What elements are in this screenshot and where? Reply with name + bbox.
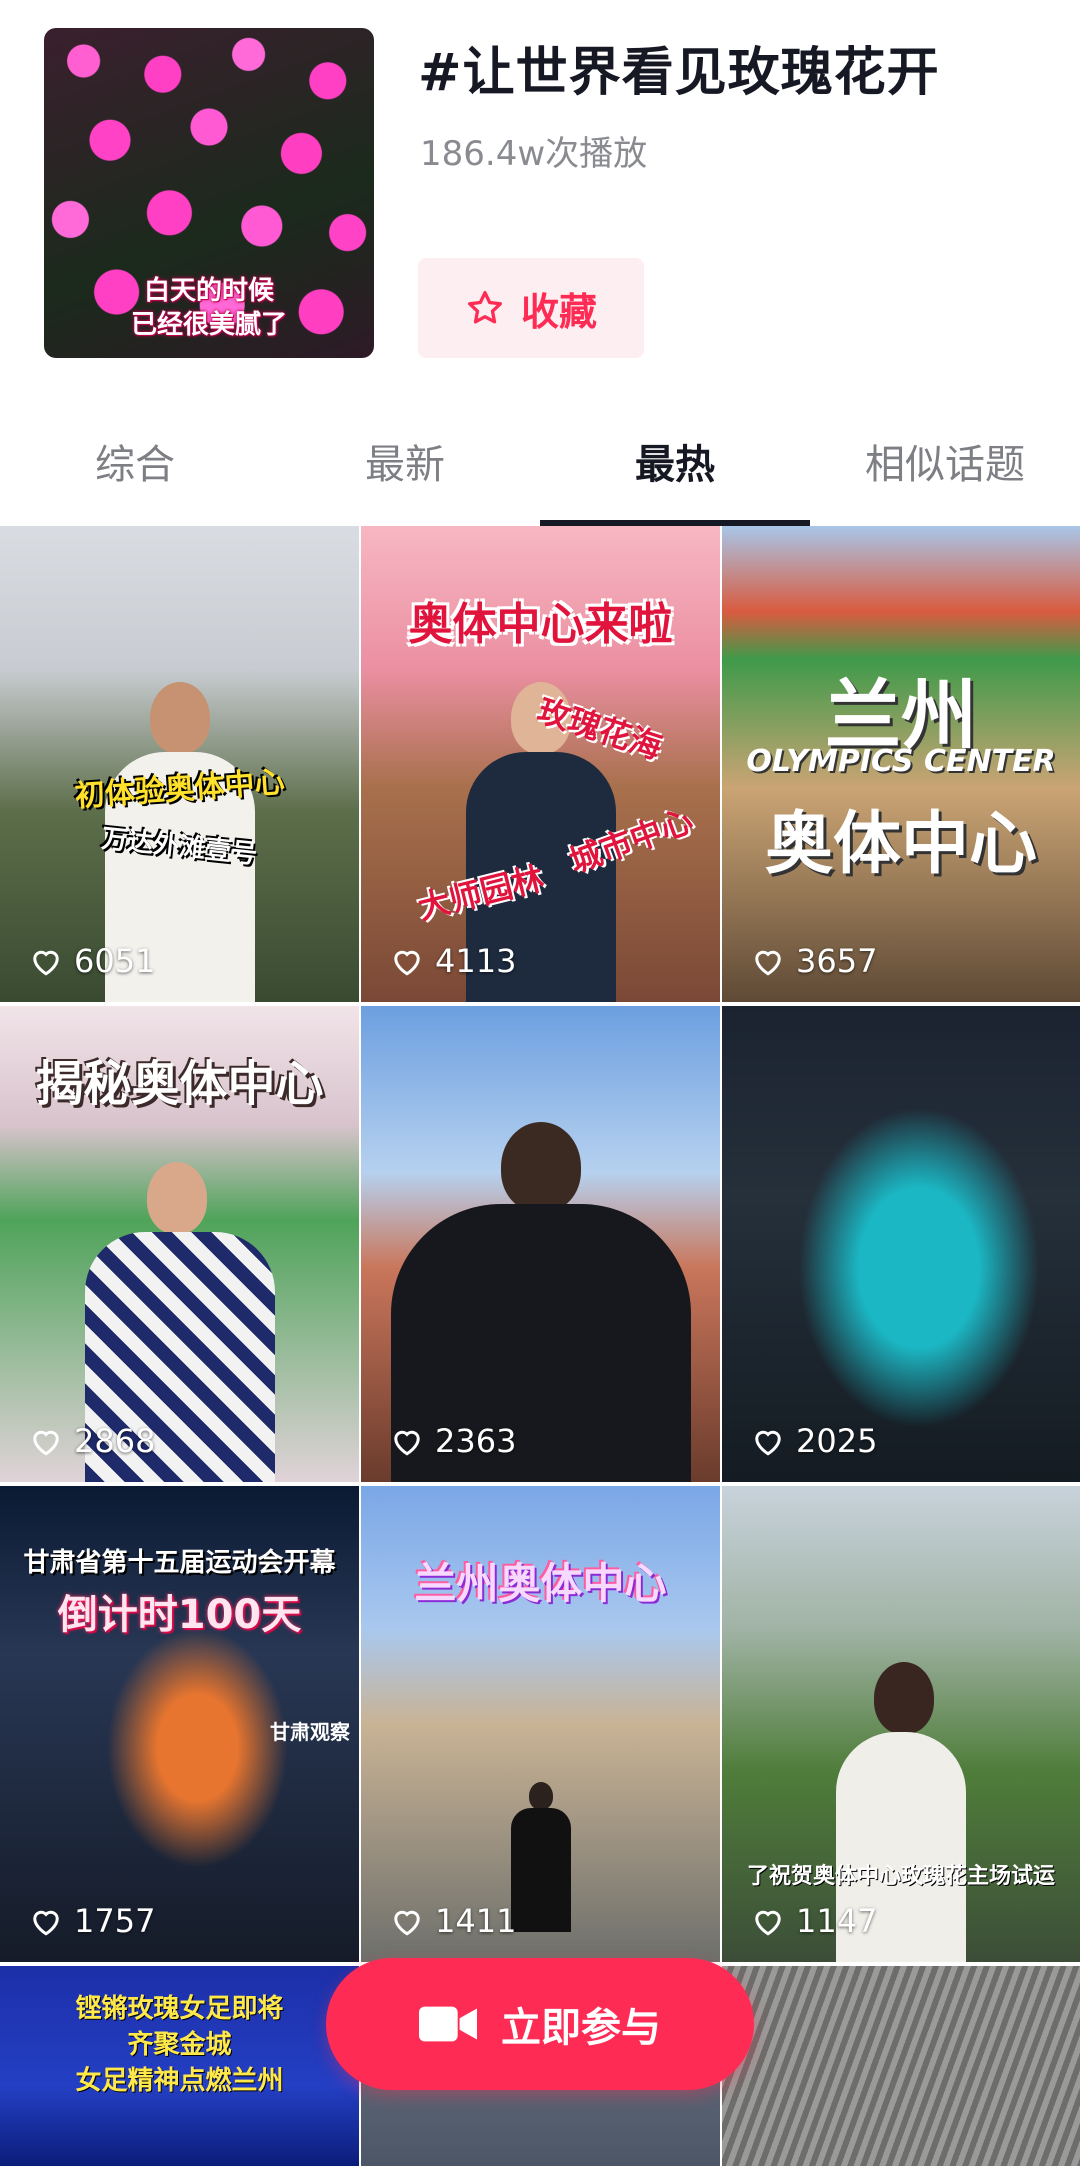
video-caption: OLYMPICS CENTER xyxy=(746,744,1056,779)
like-count-value: 1147 xyxy=(796,1902,878,1940)
topic-title: #让世界看见玫瑰花开 xyxy=(418,43,940,103)
favorite-button-label: 收藏 xyxy=(520,289,597,334)
video-card[interactable]: 2363 xyxy=(361,1006,720,1482)
person-figure xyxy=(510,1782,571,1932)
tab-comprehensive[interactable]: 综合 xyxy=(0,420,270,526)
video-card[interactable]: 兰州 OLYMPICS CENTER 奥体中心 3657 xyxy=(722,526,1080,1002)
like-count: 2868 xyxy=(28,1422,155,1460)
like-count: 4113 xyxy=(389,942,516,980)
video-card[interactable]: 了祝贺奥体中心玫瑰花主场试运 1147 xyxy=(722,1486,1080,1962)
video-card[interactable]: 奥体中心来啦 玫瑰花海 城市中心 大师园林 4113 xyxy=(361,526,720,1002)
cover-caption-line: 白天的时候 xyxy=(143,276,274,306)
video-caption: 甘肃省第十五届运动会开幕 xyxy=(23,1548,336,1578)
video-card[interactable]: 甘肃省第十五届运动会开幕 倒计时100天 甘肃观察 1757 xyxy=(0,1486,359,1962)
video-caption: 兰州奥体中心 xyxy=(414,1559,667,1608)
video-camera-icon xyxy=(419,2006,477,2042)
video-card[interactable]: 2025 xyxy=(722,1006,1080,1482)
like-count-value: 1757 xyxy=(74,1902,156,1940)
play-count: 186.4w次播放 xyxy=(420,134,648,174)
like-count: 1147 xyxy=(750,1902,877,1940)
like-count-value: 6051 xyxy=(74,942,156,980)
like-count: 6051 xyxy=(28,942,155,980)
like-count-value: 4113 xyxy=(435,942,517,980)
video-caption: 揭秘奥体中心 xyxy=(35,1056,324,1112)
video-card[interactable]: 兰州奥体中心 1411 xyxy=(361,1486,720,1962)
video-card[interactable]: 初体验奥体中心 万达外滩壹号 6051 xyxy=(0,526,359,1002)
favorite-button[interactable]: 收藏 xyxy=(418,258,644,358)
video-card[interactable]: 铿锵玫瑰女足即将 齐聚金城 女足精神点燃兰州 xyxy=(0,1966,359,2166)
video-grid: 初体验奥体中心 万达外滩壹号 6051 奥体中心来啦 玫瑰花海 城市中心 大师园… xyxy=(0,526,1080,2166)
heart-outline-icon xyxy=(394,950,420,976)
topic-cover-image: 白天的时候 已经很美腻了 xyxy=(44,28,374,358)
cover-caption-line: 已经很美腻了 xyxy=(130,310,287,340)
video-caption: 铿锵玫瑰女足即将 xyxy=(75,1994,284,2024)
topic-header: 白天的时候 已经很美腻了 #让世界看见玫瑰花开 186.4w次播放 收藏 xyxy=(0,0,1080,400)
heart-outline-icon xyxy=(394,1910,420,1936)
star-outline-icon xyxy=(467,291,502,324)
video-caption: 奥体中心 xyxy=(764,805,1037,884)
like-count: 1757 xyxy=(28,1902,155,1940)
like-count: 2363 xyxy=(389,1422,516,1460)
tab-hottest[interactable]: 最热 xyxy=(540,420,810,526)
tab-bar: 综合 最新 最热 相似话题 xyxy=(0,420,1080,526)
heart-outline-icon xyxy=(755,1910,781,1936)
like-count: 3657 xyxy=(750,942,877,980)
like-count-value: 2868 xyxy=(74,1422,156,1460)
video-card[interactable] xyxy=(722,1966,1080,2166)
tab-latest[interactable]: 最新 xyxy=(270,420,540,526)
like-count-value: 2025 xyxy=(796,1422,878,1460)
join-topic-label: 立即参与 xyxy=(501,2005,661,2051)
video-card[interactable]: 揭秘奥体中心 2868 xyxy=(0,1006,359,1482)
join-topic-button[interactable]: 立即参与 xyxy=(326,1958,754,2090)
like-count: 1411 xyxy=(389,1902,516,1940)
heart-outline-icon xyxy=(755,950,781,976)
heart-outline-icon xyxy=(33,1910,59,1936)
video-caption: 奥体中心来啦 xyxy=(408,599,673,650)
like-count: 2025 xyxy=(750,1422,877,1460)
tab-similar-topics[interactable]: 相似话题 xyxy=(810,420,1080,526)
cover-caption: 白天的时候 已经很美腻了 xyxy=(44,274,374,342)
like-count-value: 2363 xyxy=(435,1422,517,1460)
video-caption: 了祝贺奥体中心玫瑰花主场试运 xyxy=(746,1864,1055,1889)
video-caption: 女足精神点燃兰州 xyxy=(75,2066,284,2096)
heart-outline-icon xyxy=(33,1430,59,1456)
heart-outline-icon xyxy=(755,1430,781,1456)
like-count-value: 3657 xyxy=(796,942,878,980)
video-caption: 倒计时100天 xyxy=(57,1592,302,1638)
video-caption: 齐聚金城 xyxy=(127,2030,232,2060)
like-count-value: 1411 xyxy=(435,1902,517,1940)
heart-outline-icon xyxy=(394,1430,420,1456)
video-caption: 甘肃观察 xyxy=(270,1720,350,1744)
heart-outline-icon xyxy=(33,950,59,976)
